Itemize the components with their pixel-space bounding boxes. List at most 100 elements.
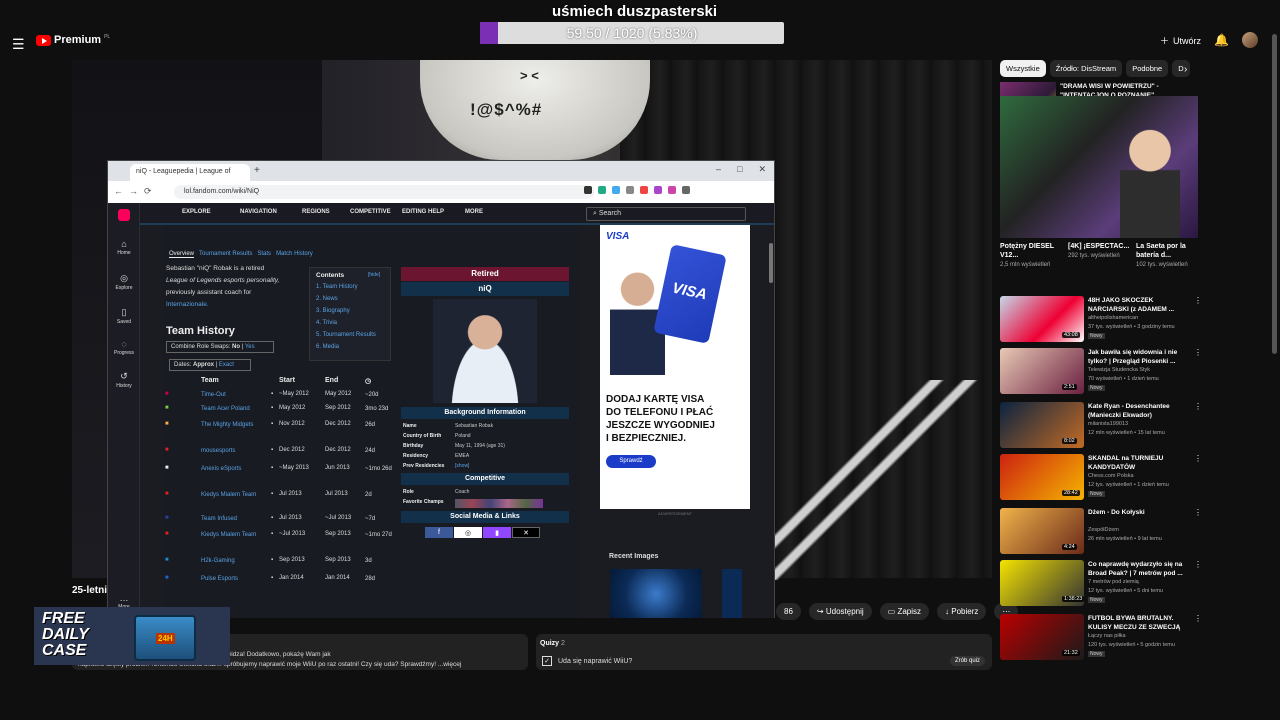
youtube-logo[interactable]: Premium PL: [36, 34, 110, 46]
take-quiz-button[interactable]: Zrób quiz: [950, 656, 986, 666]
short-item[interactable]: La Saeta por la batería d... 102 tys. wyś…: [1136, 242, 1198, 270]
recommendation-item[interactable]: 4:24 Dżem - Do Kołyski ZespółDżem 26 mln wy…: [1000, 508, 1202, 556]
recommendation-item[interactable]: 1:38:23 Co naprawdę wydarzyło się na Broa…: [1000, 560, 1202, 608]
more-options-icon[interactable]: ⋮: [1194, 508, 1202, 517]
wiki-search-input[interactable]: ⌕ Search: [586, 207, 746, 221]
recommendation-item[interactable]: 21:32 FUTBOL BYWA BRUTALNY. KULISY MECZU …: [1000, 614, 1202, 662]
recent-image[interactable]: [610, 569, 702, 618]
window-controls[interactable]: – □ ✕: [716, 164, 766, 175]
more-options-icon[interactable]: ⋮: [1194, 296, 1202, 305]
download-button[interactable]: ↓ Pobierz: [937, 603, 987, 620]
team-link[interactable]: Kiedys Mialem Team: [201, 531, 271, 540]
toc-title: Contents: [316, 272, 345, 279]
recommendation-item[interactable]: 28:42 SKANDAL na TURNIEJU KANDYDATÓW Chess…: [1000, 454, 1202, 502]
extension-icon[interactable]: [640, 186, 648, 194]
create-button[interactable]: ＋ Utwórz: [1160, 34, 1201, 47]
more-options-icon[interactable]: ⋮: [1194, 560, 1202, 569]
dates-toggle[interactable]: Dates: Approx | Exact: [169, 359, 251, 371]
filter-chips: Wszystkie Źródło: DisStream Podobne D: [1000, 60, 1190, 77]
team-link[interactable]: mousesports: [201, 447, 271, 456]
toc-item[interactable]: 1. Team History: [316, 284, 358, 290]
extension-icon[interactable]: [654, 186, 662, 194]
recent-image[interactable]: [722, 569, 742, 618]
team-link[interactable]: H2k-Gaming: [201, 557, 271, 566]
tab-match-history[interactable]: Match History: [276, 251, 313, 258]
maximize-icon[interactable]: □: [737, 164, 742, 175]
like-count[interactable]: 86: [776, 603, 801, 620]
more-options-icon[interactable]: ⋮: [1194, 348, 1202, 357]
combine-role-swaps[interactable]: Combine Role Swaps: No | Yes: [166, 341, 274, 353]
toc-item[interactable]: 3. Biography: [316, 308, 350, 314]
tab-overview[interactable]: Overview: [169, 251, 195, 258]
sidebar-history[interactable]: ↺ History: [108, 371, 140, 389]
chevron-right-icon[interactable]: ›: [1184, 64, 1187, 75]
sidebar-saved[interactable]: ▯ Saved: [108, 307, 140, 325]
team-link[interactable]: Kiedys Mialem Team: [201, 491, 271, 500]
website-icon[interactable]: ◎: [454, 527, 482, 538]
extension-icon[interactable]: [584, 186, 592, 194]
extension-icon[interactable]: [626, 186, 634, 194]
extensions-bar[interactable]: [584, 186, 690, 194]
toc-hide-link[interactable]: [hide]: [368, 272, 380, 278]
youtube-play-icon: [36, 34, 51, 46]
flag-icon: ▪: [271, 465, 274, 471]
sidebar-home[interactable]: ⌂ Home: [108, 239, 140, 256]
nav-explore[interactable]: EXPLORE: [182, 209, 211, 215]
extension-icon[interactable]: [668, 186, 676, 194]
tab-stats[interactable]: Stats: [257, 251, 271, 258]
menu-icon[interactable]: ☰: [12, 36, 25, 53]
more-options-icon[interactable]: ⋮: [1194, 402, 1202, 411]
browser-tab[interactable]: niQ - Leaguepedia | League of: [130, 164, 250, 181]
chip-similar[interactable]: Podobne: [1126, 60, 1169, 77]
tab-tournament-results[interactable]: Tournament Results: [199, 251, 252, 258]
team-link[interactable]: Team Infused: [201, 515, 271, 524]
recommendation-item[interactable]: 43:08 48H JAKO SKOCZEK NARCIARSKI (z ADAM…: [1000, 296, 1202, 344]
nav-more[interactable]: MORE: [465, 209, 483, 215]
team-link[interactable]: Team Acer Poland: [201, 405, 271, 414]
toc-item[interactable]: 5. Tournament Results: [316, 332, 376, 338]
more-options-icon[interactable]: ⋮: [1194, 614, 1202, 623]
page-scrollbar[interactable]: [1272, 34, 1277, 354]
team-link[interactable]: Pulse Esports: [201, 575, 271, 584]
extension-icon[interactable]: [682, 186, 690, 194]
bell-icon[interactable]: 🔔: [1214, 33, 1229, 47]
toc-item[interactable]: 6. Media: [316, 344, 339, 350]
progress-icon: ◌: [121, 339, 127, 349]
scrollbar[interactable]: [769, 243, 773, 283]
team-link[interactable]: Time-Out: [201, 391, 271, 400]
nav-editing-help[interactable]: EDITING HELP: [402, 209, 444, 215]
team-link[interactable]: Anexis eSports: [201, 465, 271, 474]
recommendation-item[interactable]: 8:02 Kate Ryan - Desenchantee (Manieczki …: [1000, 402, 1202, 450]
new-tab-icon[interactable]: +: [254, 165, 260, 176]
share-button[interactable]: ↪ Udostępnij: [808, 603, 872, 620]
recommendation-item[interactable]: 2:51 Jak bawiła się widownia i nie tylko?…: [1000, 348, 1202, 396]
fandom-logo-icon[interactable]: [118, 209, 130, 221]
nav-buttons[interactable]: ←→⟳: [114, 186, 158, 197]
chip-all[interactable]: Wszystkie: [1000, 60, 1046, 77]
save-button[interactable]: ▭ Zapisz: [879, 603, 929, 620]
toc-item[interactable]: 2. News: [316, 296, 338, 302]
facebook-icon[interactable]: f: [425, 527, 453, 538]
short-item[interactable]: Potężny DIESEL V12... 2,5 mln wyświetleń: [1000, 242, 1062, 270]
url-field[interactable]: lol.fandom.com/wiki/NiQ: [174, 185, 594, 199]
visa-advertisement[interactable]: VISA VISA DODAJ KARTĘ VISA DO TELEFONU I…: [600, 225, 750, 509]
more-options-icon[interactable]: ⋮: [1194, 454, 1202, 463]
sidebar-explore[interactable]: ◎ Explore: [108, 273, 140, 291]
close-icon[interactable]: ✕: [758, 164, 766, 175]
extension-icon[interactable]: [598, 186, 606, 194]
twitch-icon[interactable]: ▮: [483, 527, 511, 538]
x-icon[interactable]: ✕: [512, 527, 540, 538]
short-item[interactable]: [4K] ¡ESPECTAC... 292 tys. wyświetleń: [1068, 242, 1130, 261]
sidebar-progress[interactable]: ◌ Progress: [108, 339, 140, 356]
nav-regions[interactable]: REGIONS: [302, 209, 330, 215]
nav-navigation[interactable]: NAVIGATION: [240, 209, 277, 215]
toc-item[interactable]: 4. Trivia: [316, 320, 337, 326]
ad-cta-button[interactable]: Sprawdź: [606, 455, 656, 468]
team-link[interactable]: The Mighty Midgets: [201, 421, 271, 430]
chip-source[interactable]: Źródło: DisStream: [1049, 60, 1123, 77]
nav-competitive[interactable]: COMPETITIVE: [350, 209, 391, 215]
minimize-icon[interactable]: –: [716, 164, 721, 175]
team-link[interactable]: Internazionale.: [166, 299, 306, 311]
extension-icon[interactable]: [612, 186, 620, 194]
avatar[interactable]: [1242, 32, 1258, 48]
